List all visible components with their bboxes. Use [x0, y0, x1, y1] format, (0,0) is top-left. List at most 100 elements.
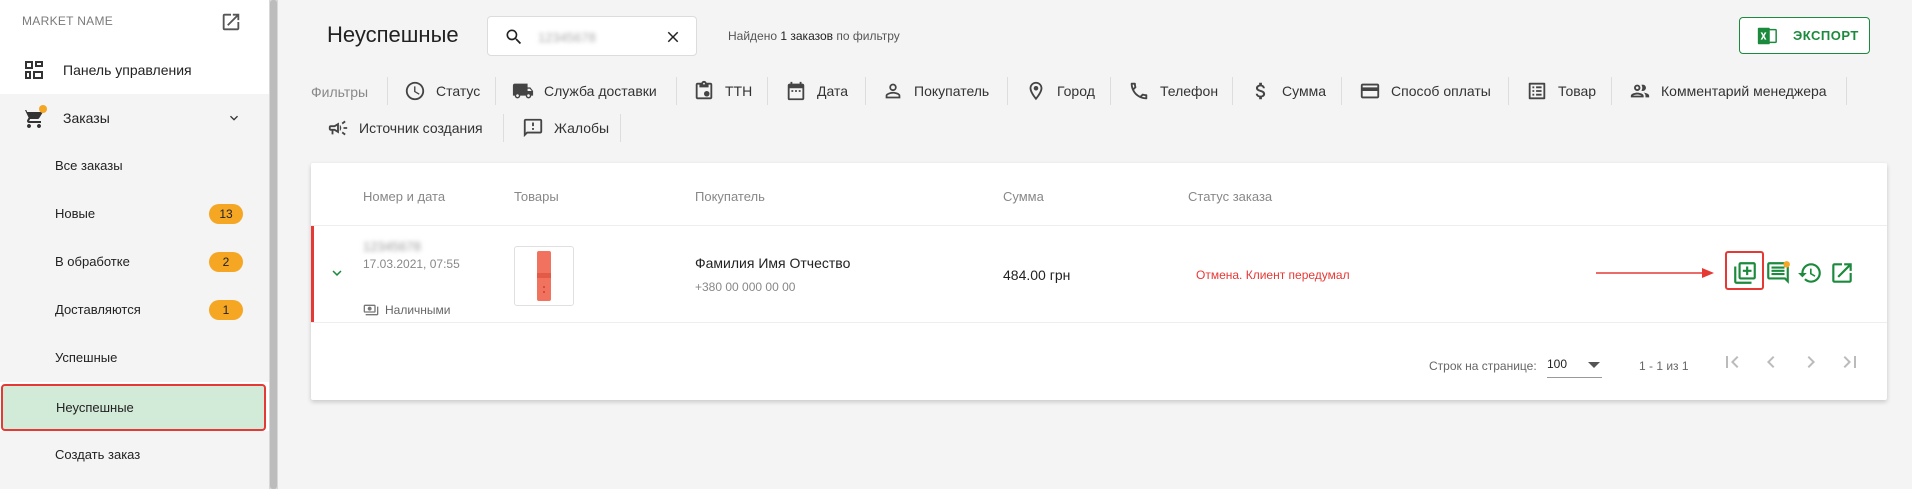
search-box[interactable]: [487, 16, 697, 56]
sidebar-item-label: Панель управления: [63, 62, 192, 78]
buyer-name: Фамилия Имя Отчество: [695, 255, 851, 271]
rows-per-page-value: 100: [1547, 357, 1568, 371]
sidebar-item-orders[interactable]: Заказы: [0, 94, 269, 142]
phone-icon: [1130, 82, 1148, 100]
sidebar-item-label: Все заказы: [55, 158, 123, 173]
filter-label: Дата: [817, 83, 849, 99]
people-icon: [1630, 84, 1650, 98]
filter-city[interactable]: Город: [1025, 77, 1095, 105]
divider: [311, 322, 1887, 323]
filter-payment-method[interactable]: Способ оплаты: [1359, 77, 1491, 105]
divider: [1232, 77, 1233, 105]
divider: [503, 114, 504, 142]
filter-status[interactable]: Статус: [404, 77, 480, 105]
calendar-icon: [787, 81, 805, 101]
add-box-icon[interactable]: [1732, 260, 1758, 286]
sidebar: MARKET NAME Панель управления Заказы Все…: [0, 0, 269, 489]
sidebar-scrollbar[interactable]: [269, 0, 278, 489]
filter-label: Сумма: [1282, 83, 1326, 99]
divider: [311, 225, 1887, 226]
sidebar-item-unsuccessful[interactable]: Неуспешные: [1, 384, 266, 431]
sidebar-item-delivering[interactable]: Доставляются 1: [0, 286, 269, 334]
column-header-sum: Сумма: [1003, 189, 1044, 204]
found-suffix: заказов: [787, 29, 834, 43]
divider: [387, 77, 388, 105]
sidebar-item-label: Заказы: [63, 110, 110, 126]
filter-product[interactable]: Товар: [1526, 77, 1596, 105]
sidebar-item-create-order[interactable]: Создать заказ: [0, 431, 269, 489]
feedback-icon: [523, 118, 543, 138]
clock-icon: [405, 81, 425, 101]
chevron-down-icon: [230, 115, 238, 121]
order-number[interactable]: 12345678: [363, 239, 421, 254]
divider: [620, 114, 621, 142]
filter-label: Жалобы: [554, 120, 610, 136]
filter-label: Служба доставки: [544, 83, 657, 99]
sidebar-item-label: В обработке: [55, 254, 130, 269]
filter-label: Способ оплаты: [1391, 83, 1491, 99]
comment-icon[interactable]: [1765, 260, 1791, 286]
product-thumbnail[interactable]: [514, 246, 574, 306]
filter-label: Товар: [1558, 83, 1597, 99]
rows-per-page-select[interactable]: 100: [1547, 352, 1602, 378]
divider: [1110, 77, 1111, 105]
filter-ttn[interactable]: ТТН: [693, 77, 752, 105]
sidebar-item-label: Неуспешные: [56, 400, 134, 415]
cash-icon: [363, 304, 379, 316]
divider: [1846, 77, 1847, 105]
history-icon[interactable]: [1797, 260, 1823, 286]
sidebar-item-successful[interactable]: Успешные: [0, 334, 269, 382]
scrollbar-thumb[interactable]: [270, 0, 277, 489]
last-page-icon[interactable]: [1838, 350, 1862, 374]
export-button[interactable]: ЭКСПОРТ: [1739, 17, 1870, 54]
order-sum: 484.00 грн: [1003, 267, 1071, 283]
sidebar-item-all-orders[interactable]: Все заказы: [0, 142, 269, 190]
filter-sum[interactable]: Сумма: [1250, 77, 1326, 105]
filter-complaints[interactable]: Жалобы: [522, 114, 609, 142]
filter-label: Источник создания: [359, 120, 483, 136]
previous-page-icon[interactable]: [1759, 350, 1783, 374]
filters-label: Фильтры: [311, 84, 369, 100]
card-icon: [1360, 83, 1380, 99]
export-label: ЭКСПОРТ: [1793, 28, 1859, 43]
search-icon: [506, 29, 522, 45]
order-status: Отмена. Клиент передумал: [1196, 268, 1350, 282]
search-input[interactable]: [538, 27, 653, 47]
sidebar-item-new[interactable]: Новые 13: [0, 190, 269, 238]
filter-phone[interactable]: Телефон: [1128, 77, 1218, 105]
sidebar-item-label: Успешные: [55, 350, 118, 365]
dropdown-arrow-icon: [1588, 362, 1600, 368]
found-tail: по фильтру: [833, 29, 900, 43]
person-icon: [885, 83, 901, 99]
orders-table: Номер и дата Товары Покупатель Сумма Ста…: [311, 163, 1887, 400]
buyer-phone: +380 00 000 00 00: [695, 280, 796, 294]
divider: [676, 77, 677, 105]
payment-method: Наличными: [363, 302, 451, 318]
chevron-down-icon[interactable]: [328, 264, 346, 282]
count-badge: 13: [209, 204, 243, 224]
dashboard-icon: [25, 61, 43, 79]
divider: [865, 77, 866, 105]
column-header-status: Статус заказа: [1188, 189, 1273, 204]
list-icon: [1528, 82, 1546, 100]
open-external-icon[interactable]: [220, 11, 242, 33]
filter-date[interactable]: Дата: [785, 77, 848, 105]
sidebar-item-label: Создать заказ: [55, 447, 141, 462]
count-badge: 1: [209, 300, 243, 320]
divider: [1341, 77, 1342, 105]
next-page-icon[interactable]: [1799, 350, 1823, 374]
filter-manager-comment[interactable]: Комментарий менеджера: [1629, 77, 1827, 105]
order-date: 17.03.2021, 07:55: [363, 257, 460, 271]
open-external-icon[interactable]: [1829, 260, 1855, 286]
filter-source[interactable]: Источник создания: [327, 114, 483, 142]
first-page-icon[interactable]: [1720, 350, 1744, 374]
column-header-products: Товары: [514, 189, 559, 204]
excel-icon: [1757, 27, 1777, 45]
clear-icon[interactable]: [664, 28, 682, 46]
column-header-buyer: Покупатель: [695, 189, 765, 204]
filter-label: Комментарий менеджера: [1661, 83, 1827, 99]
filter-delivery-service[interactable]: Служба доставки: [512, 77, 657, 105]
sidebar-item-dashboard[interactable]: Панель управления: [0, 46, 269, 94]
sidebar-item-processing[interactable]: В обработке 2: [0, 238, 269, 286]
filter-buyer[interactable]: Покупатель: [882, 77, 989, 105]
